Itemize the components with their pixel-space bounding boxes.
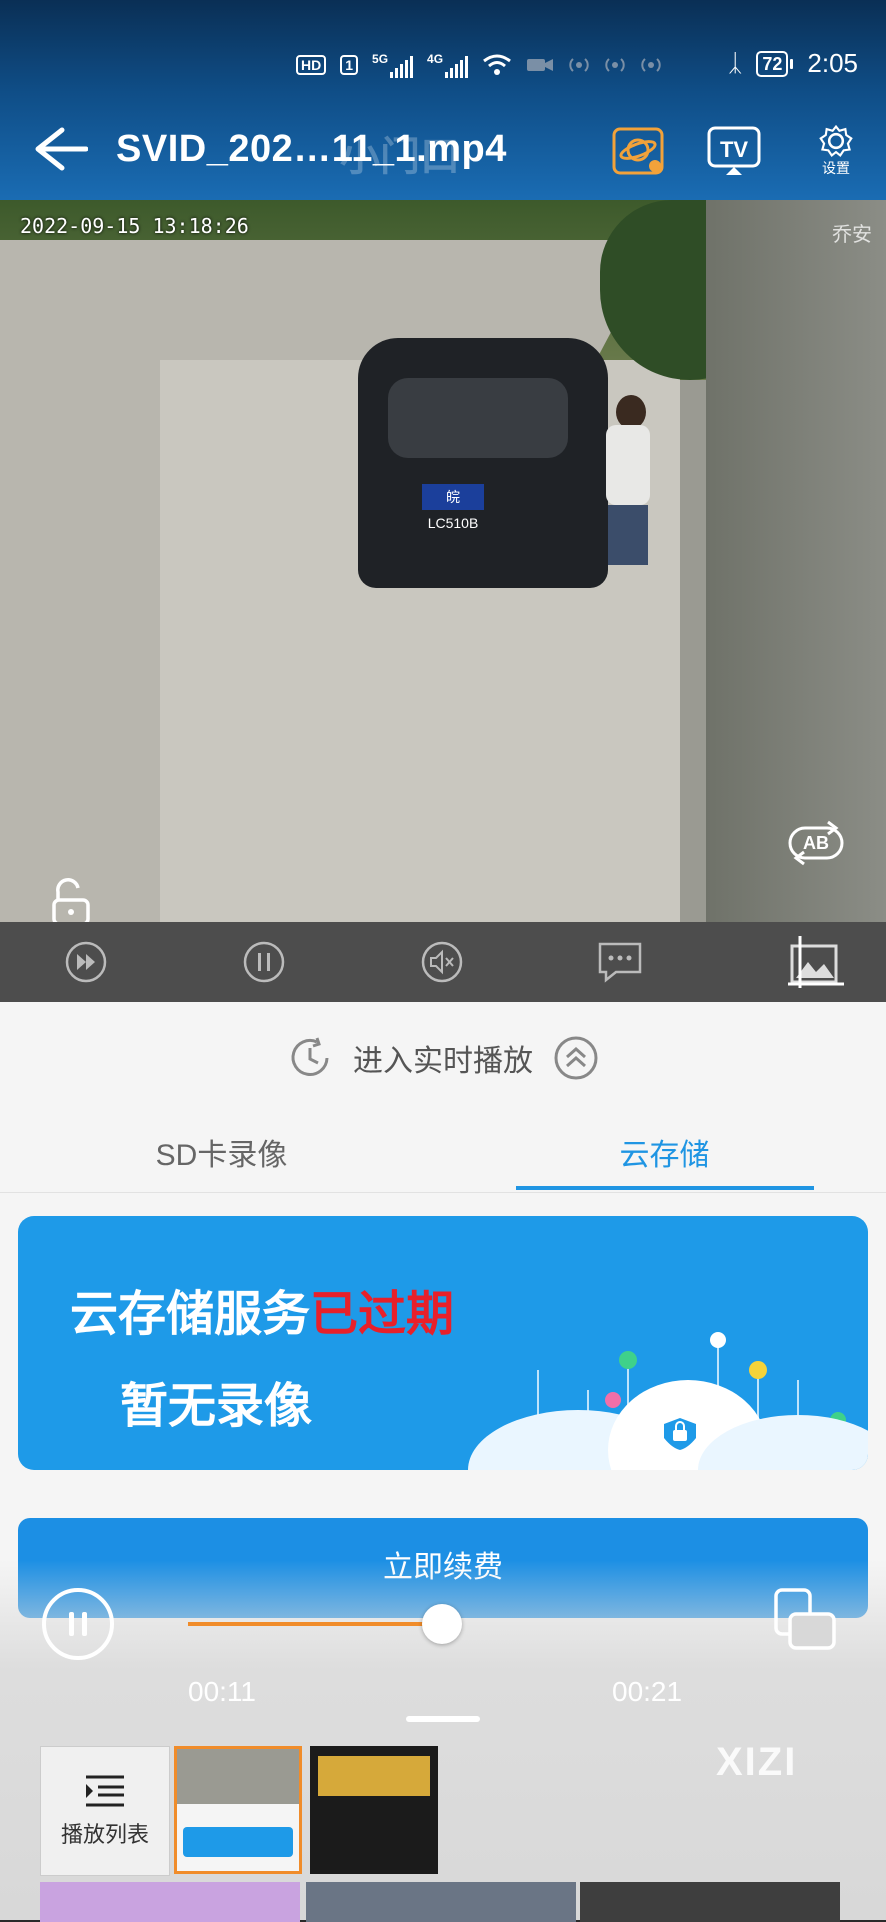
pause-icon [243,941,285,983]
tab-sd-card[interactable]: SD卡录像 [0,1130,443,1174]
status-left-icons: HD 1 5G 4G [296,52,662,78]
double-chevron-up-icon [554,1036,598,1080]
signal-5g-icon: 5G [372,52,414,78]
pause-video-button[interactable] [240,938,288,986]
video-car: 皖LC510B [358,338,608,588]
mute-icon [421,941,463,983]
back-arrow-icon[interactable] [28,124,88,174]
cloud-expired-banner[interactable]: 云存储服务已过期 暂无录像 [18,1216,868,1470]
video-frame[interactable]: 皖LC510B 2022-09-15 13:18:26 乔安 AB [0,200,886,922]
media-player-overlay: 00:11 00:21 XIZI 播放列表 [0,1560,886,1922]
camera-brand-watermark: 乔安 [832,224,872,246]
thumbnail-row2-2[interactable] [306,1882,576,1922]
hotspot-icon-3 [641,58,661,72]
sim-badge: 1 [340,55,359,75]
status-right-icons: ᛣ 72 2:05 [728,48,858,79]
planet-icon [612,127,664,175]
status-bar: HD 1 5G 4G ᛣ 72 2:05 [0,44,886,84]
camera-status-icon [527,59,554,71]
car-window [388,378,568,458]
current-time: 00:11 [188,1676,256,1707]
player-pause-button[interactable] [42,1588,114,1660]
tv-label: TV [720,137,748,162]
title-watermark: 小门口 [340,135,460,179]
top-bar: HD 1 5G 4G ᛣ 72 2:05 SVID_202…11_1.mp4 小… [0,0,886,200]
progress-thumb[interactable] [422,1604,462,1644]
expired-text: 已过期 [310,1288,455,1341]
ab-label: AB [803,833,829,853]
active-tab-indicator [516,1186,814,1190]
clock: 2:05 [807,48,858,78]
cloud-lock-illustration [468,1332,868,1470]
thumbnail-row2-1[interactable] [40,1882,300,1922]
fast-forward-icon [65,941,107,983]
window-switch-icon[interactable] [770,1584,842,1656]
video-person [596,395,656,625]
tab-cloud-storage[interactable]: 云存储 [443,1130,886,1174]
video-wall [706,200,886,922]
message-button[interactable] [596,938,644,986]
battery-icon: 72 [756,50,794,77]
chat-bubble-icon [598,942,642,983]
total-time: 00:21 [612,1676,683,1707]
hotspot-icon-2 [605,58,625,72]
banner-title: 云存储服务已过期 [70,1288,455,1341]
thumbnail-2[interactable] [310,1746,438,1874]
planet-share-button[interactable] [608,124,668,178]
playlist-button[interactable]: 播放列表 [40,1746,170,1876]
tv-icon: TV [707,126,761,175]
unlock-icon[interactable] [44,878,94,922]
license-plate: 皖LC510B [422,484,484,531]
enter-live-row[interactable]: 进入实时播放 [0,1032,886,1084]
drag-handle[interactable] [406,1716,480,1722]
thumbnail-row2-3[interactable] [580,1882,840,1922]
image-capture-icon [788,936,844,988]
playlist-label: 播放列表 [60,1822,149,1847]
mute-button[interactable] [418,938,466,986]
progress-track[interactable] [188,1622,442,1626]
hd-badge: HD [296,55,327,75]
hotspot-icon-1 [569,58,589,72]
ab-repeat-button[interactable]: AB [784,818,848,868]
gear-icon [819,124,853,158]
wifi-icon [483,54,511,75]
ab-repeat-icon: AB [788,820,844,866]
settings-button[interactable]: 设置 [806,124,866,178]
fast-forward-button[interactable] [62,938,110,986]
bluetooth-icon: ᛣ [727,49,743,77]
video-timestamp: 2022-09-15 13:18:26 [20,214,249,238]
screenshot-button[interactable] [784,930,848,994]
playlist-icon [86,1775,124,1807]
settings-label: 设置 [822,160,850,176]
no-recording-text: 暂无录像 [120,1380,313,1433]
thumbnail-current[interactable] [174,1746,302,1874]
video-control-bar [0,922,886,1002]
xizi-watermark: XIZI [716,1740,798,1784]
enter-live-label: 进入实时播放 [353,1045,533,1078]
storage-tabs: SD卡录像 云存储 [0,1122,886,1193]
signal-4g-icon: 4G [427,52,469,78]
tv-cast-button[interactable]: TV [704,124,764,178]
clock-history-icon [291,1037,329,1076]
title-row: SVID_202…11_1.mp4 小门口 TV 设置 [0,118,886,188]
